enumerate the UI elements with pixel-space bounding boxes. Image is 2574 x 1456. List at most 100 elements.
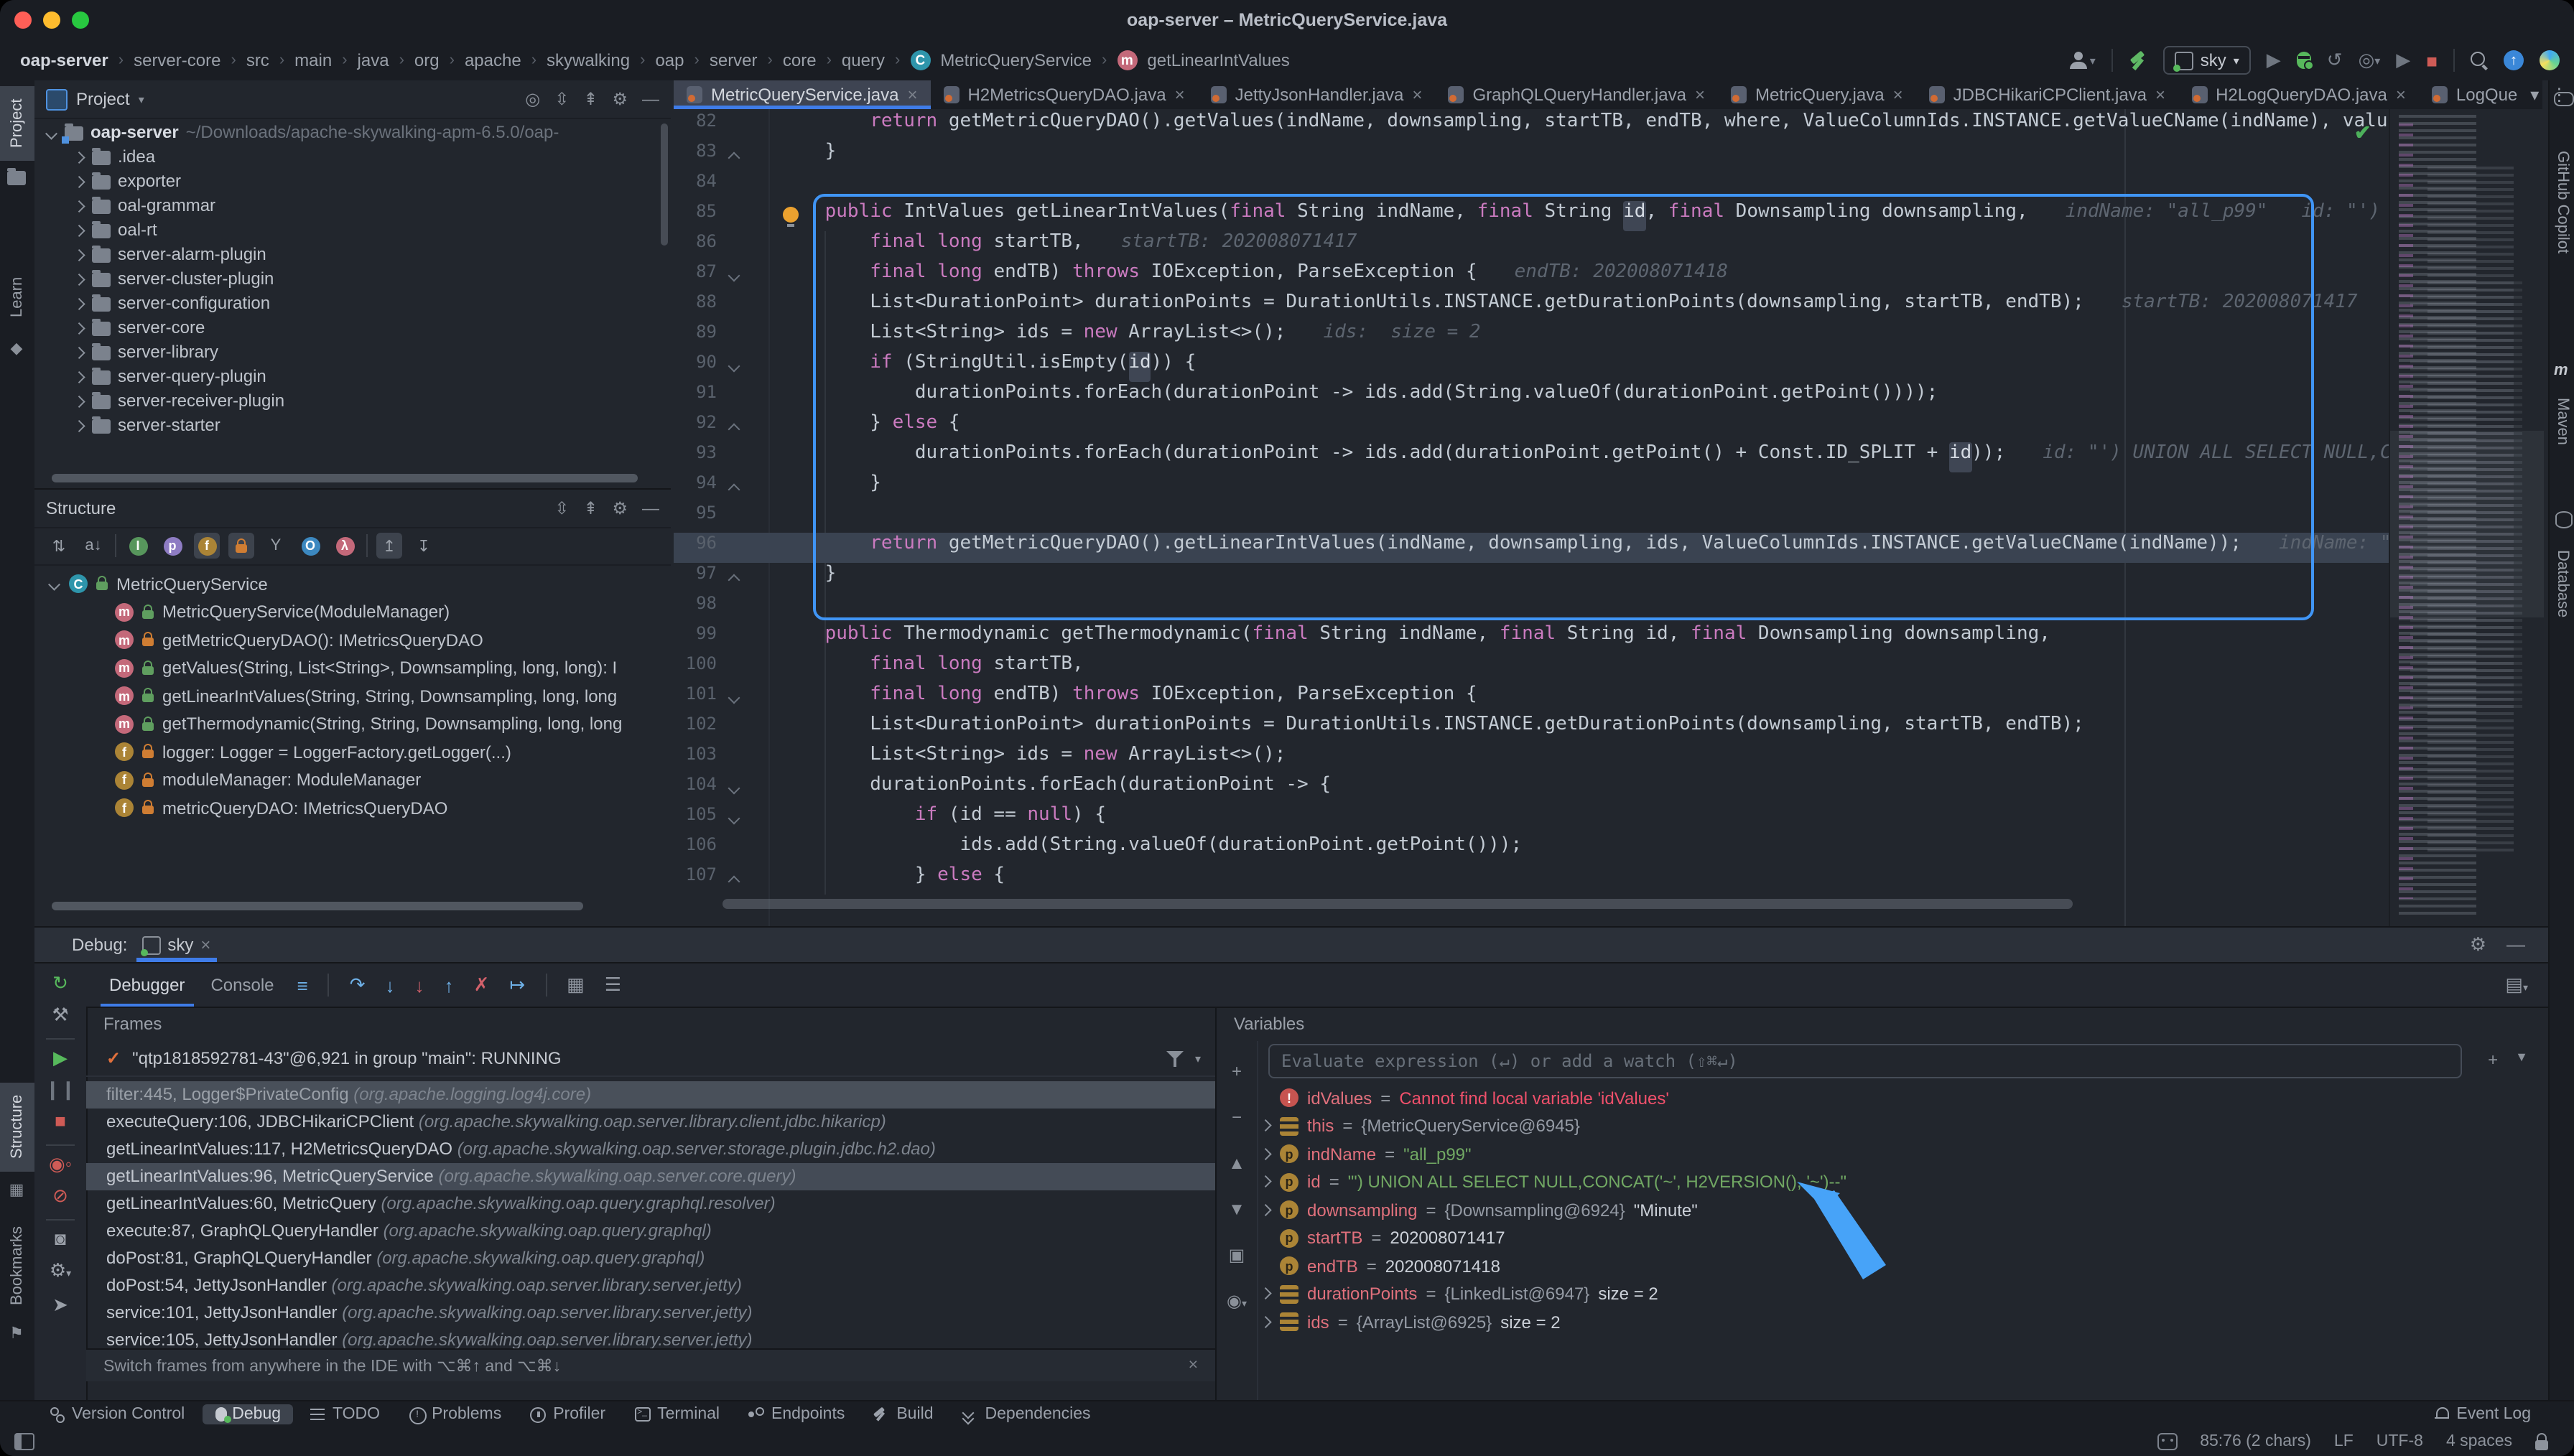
code-line[interactable]: 100 final long startTB, [674,653,2389,683]
line-number[interactable]: 105 [674,804,717,834]
line-number[interactable]: 102 [674,714,717,744]
profiler-button[interactable]: ↺ [2327,49,2343,72]
thread-selector[interactable]: ✓ "qtp1818592781-43"@6,921 in group "mai… [86,1041,1215,1077]
line-number[interactable]: 103 [674,744,717,774]
editor-tab[interactable]: JDBCHikariCPClient.java× [1916,80,2178,109]
show-inherited-icon[interactable]: I [125,533,151,559]
line-number[interactable]: 97 [674,563,717,593]
code-line[interactable]: 93 durationPoints.forEach(durationPoint … [674,442,2389,472]
sidebar-item-github-copilot[interactable]: GitHub Copilot [2550,118,2574,287]
tab-console[interactable]: Console [208,963,277,1007]
chevron-right-icon[interactable] [73,151,85,163]
rerun-debug-icon[interactable]: ↻ [34,972,86,995]
structure-root-row[interactable]: CMetricQueryService [34,570,662,598]
project-tree-item[interactable]: exporter [34,169,662,194]
code-line[interactable]: 104 durationPoints.forEach(durationPoint… [674,774,2389,804]
line-number[interactable]: 107 [674,864,717,895]
chevron-right-icon[interactable] [73,371,85,383]
chevron-right-icon[interactable] [73,249,85,261]
line-number[interactable]: 87 [674,261,717,291]
gear-icon[interactable]: ⚙ [2470,933,2486,956]
chevron-right-icon[interactable] [1260,1317,1271,1328]
hide-panel-icon[interactable]: — [642,89,659,109]
indent-setting[interactable]: 4 spaces [2446,1433,2512,1450]
stack-frame-row[interactable]: doPost:54, JettyJsonHandler (org.apache.… [86,1272,1215,1299]
sidebar-item-database[interactable]: Database [2550,537,2574,632]
expand-all-icon[interactable]: ⇳ [554,498,569,518]
chevron-right-icon[interactable] [73,225,85,236]
breadcrumb-item[interactable]: apache [465,50,521,70]
code-line[interactable]: 105 if (id == null) { [674,804,2389,834]
fold-marker-icon[interactable] [728,360,741,373]
editor-tab[interactable]: MetricQuery.java× [1718,80,1916,109]
variable-row[interactable]: this={MetricQueryService@6945} [1217,1112,2548,1140]
build-hammer-icon[interactable] [2129,51,2147,70]
editor-tab[interactable]: LogQue [2419,80,2530,109]
file-encoding[interactable]: UTF-8 [2376,1433,2423,1450]
variable-row[interactable]: pdownsampling={Downsampling@6924}"Minute… [1217,1196,2548,1224]
chevron-right-icon[interactable] [73,200,85,212]
code-line[interactable]: 83 } [674,141,2389,171]
minimap[interactable] [2389,109,2544,926]
wrench-icon[interactable]: ⚒ [34,1004,86,1027]
hide-panel-icon[interactable]: — [2506,933,2525,956]
code-line[interactable]: 90 if (StringUtil.isEmpty(id)) { [674,352,2389,382]
line-number[interactable]: 89 [674,322,717,352]
close-icon[interactable]: × [1893,85,1903,105]
sidebar-item-structure[interactable]: Structure [0,1083,34,1172]
project-tree-item[interactable]: server-configuration [34,291,662,316]
show-non-public-icon[interactable] [228,533,254,559]
close-icon[interactable]: × [1189,1357,1198,1374]
stack-frame-row[interactable]: execute:87, GraphQLQueryHandler (org.apa… [86,1218,1215,1245]
breadcrumb-item[interactable]: query [842,50,885,70]
stack-frame-row[interactable]: getLinearIntValues:60, MetricQuery (org.… [86,1190,1215,1218]
line-number[interactable]: 86 [674,231,717,261]
gear-icon[interactable]: ⚙ [612,89,628,109]
fold-marker-icon[interactable] [728,571,741,584]
line-number[interactable]: 85 [674,201,717,231]
line-number[interactable]: 82 [674,111,717,141]
maven-icon[interactable]: m [2554,362,2568,379]
project-tree-item[interactable]: server-cluster-plugin [34,267,662,291]
line-number[interactable]: 92 [674,412,717,442]
coverage-button[interactable]: ◎▾ [2359,49,2381,72]
chevron-down-icon[interactable]: ▼ [2515,1050,2528,1070]
stop-button[interactable]: ■ [2426,50,2438,71]
minimap-viewport[interactable] [2390,431,2544,617]
editor-tab[interactable]: GraphQLQueryHandler.java× [1435,80,1718,109]
chevron-right-icon[interactable] [73,420,85,431]
code-line[interactable]: 84 [674,171,2389,201]
line-number[interactable]: 101 [674,683,717,714]
sidebar-item-learn[interactable]: Learn [0,264,34,330]
sort-alphabetically-icon[interactable]: a↓ [80,533,106,559]
code-line[interactable]: 85 public IntValues getLinearIntValues(f… [674,201,2389,231]
breadcrumb-item[interactable]: server-core [134,50,220,70]
code-line[interactable]: 87 final long endTB) throws IOException,… [674,261,2389,291]
tab-list-chevron-icon[interactable]: ▾ [2530,85,2539,105]
sidebar-item-bookmarks[interactable]: Bookmarks [0,1215,34,1315]
evaluate-expression-input[interactable]: Evaluate expression (↵) or add a watch (… [1268,1044,2462,1078]
structure-member-row[interactable]: fmetricQueryDAO: IMetricsQueryDAO [34,794,662,822]
chevron-right-icon[interactable] [73,298,85,309]
tab-options-kebab-icon[interactable]: ⋮ [2550,85,2568,105]
code-line[interactable]: 99 public Thermodynamic getThermodynamic… [674,623,2389,653]
caret-position[interactable]: 85:76 (2 chars) [2200,1433,2311,1450]
variable-row[interactable]: pstartTB=202008071417 [1217,1224,2548,1252]
project-panel-title[interactable]: Project [76,89,130,109]
breadcrumb-item[interactable]: server [710,50,758,70]
fold-marker-icon[interactable] [728,783,741,795]
stack-frame-row[interactable]: service:101, JettyJsonHandler (org.apach… [86,1299,1215,1327]
project-tree-item[interactable]: server-alarm-plugin [34,243,662,267]
project-tree-item[interactable]: server-query-plugin [34,365,662,389]
close-icon[interactable]: × [907,85,917,105]
structure-member-row[interactable]: mgetThermodynamic(String, String, Downsa… [34,710,662,738]
breadcrumb-item[interactable]: oap [655,50,684,70]
project-tree-item[interactable]: .idea [34,145,662,169]
event-log-button[interactable]: Event Log [2435,1400,2531,1427]
run-to-cursor-icon[interactable]: ↦ [509,974,525,997]
code-line[interactable]: 91 durationPoints.forEach(durationPoint … [674,382,2389,412]
tool-window-button-problems[interactable]: Problems [397,1404,513,1424]
structure-member-row[interactable]: flogger: Logger = LoggerFactory.getLogge… [34,738,662,766]
collapse-all-icon[interactable]: ⇞ [583,89,598,109]
line-number[interactable]: 91 [674,382,717,412]
